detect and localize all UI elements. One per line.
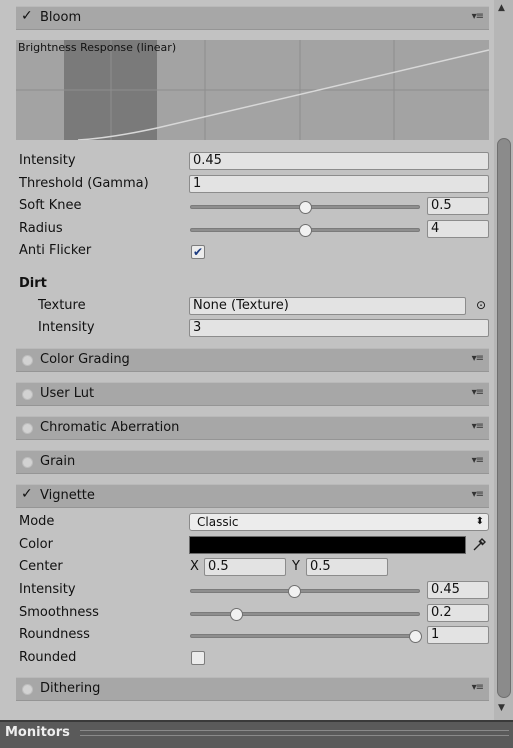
vignette-title: Vignette — [40, 488, 95, 503]
bloom-intensity-field[interactable]: 0.45 — [189, 152, 489, 170]
color-grading-toggle[interactable] — [22, 355, 33, 366]
chromatic-aberration-section-header[interactable]: Chromatic Aberration ▾≡ — [16, 416, 489, 440]
section-menu-icon[interactable]: ▾≡ — [472, 682, 484, 693]
dithering-toggle[interactable] — [22, 684, 33, 695]
grain-toggle[interactable] — [22, 457, 33, 468]
center-y-label: Y — [292, 559, 300, 574]
bloom-intensity-label: Intensity — [19, 153, 76, 168]
user-lut-title: User Lut — [40, 386, 95, 401]
section-menu-icon[interactable]: ▾≡ — [472, 489, 484, 500]
roundness-field[interactable]: 1 — [427, 626, 489, 644]
vignette-intensity-field[interactable]: 0.45 — [427, 581, 489, 599]
dirt-intensity-label: Intensity — [38, 320, 95, 335]
smoothness-field[interactable]: 0.2 — [427, 604, 489, 622]
grain-section-header[interactable]: Grain ▾≡ — [16, 450, 489, 474]
vignette-section-header[interactable]: ✓ Vignette ▾≡ — [16, 484, 489, 508]
smoothness-slider-knob[interactable] — [230, 608, 243, 621]
vignette-mode-dropdown[interactable]: Classic ⬍ — [189, 513, 489, 531]
chromatic-aberration-toggle[interactable] — [22, 423, 33, 434]
center-x-field[interactable]: 0.5 — [204, 558, 286, 576]
user-lut-section-header[interactable]: User Lut ▾≡ — [16, 382, 489, 406]
vignette-color-label: Color — [19, 537, 53, 552]
dirt-heading: Dirt — [19, 276, 47, 291]
dithering-title: Dithering — [40, 681, 101, 696]
soft-knee-slider-knob[interactable] — [299, 201, 312, 214]
anti-flicker-label: Anti Flicker — [19, 243, 92, 258]
section-menu-icon[interactable]: ▾≡ — [472, 11, 484, 22]
monitors-drag-grip[interactable] — [80, 730, 509, 736]
vignette-intensity-slider-knob[interactable] — [288, 585, 301, 598]
bloom-enabled-check-icon[interactable]: ✓ — [21, 8, 33, 24]
color-grading-section-header[interactable]: Color Grading ▾≡ — [16, 348, 489, 372]
grain-title: Grain — [40, 454, 76, 469]
dirt-intensity-field[interactable]: 3 — [189, 319, 489, 337]
rounded-checkbox[interactable] — [191, 651, 205, 665]
vignette-mode-label: Mode — [19, 514, 55, 529]
center-y-field[interactable]: 0.5 — [306, 558, 388, 576]
roundness-slider-track[interactable] — [190, 634, 420, 638]
section-menu-icon[interactable]: ▾≡ — [472, 387, 484, 398]
radius-field[interactable]: 4 — [427, 220, 489, 238]
vignette-enabled-check-icon[interactable]: ✓ — [21, 486, 33, 502]
center-x-label: X — [190, 559, 199, 574]
vignette-intensity-slider-track[interactable] — [190, 589, 420, 593]
brightness-response-graph: Brightness Response (linear) — [16, 40, 489, 140]
bloom-radius-label: Radius — [19, 221, 63, 236]
bloom-title: Bloom — [40, 10, 82, 25]
bloom-section-header[interactable]: ✓ Bloom ▾≡ — [16, 6, 489, 30]
color-grading-title: Color Grading — [40, 352, 130, 367]
vignette-color-swatch[interactable] — [189, 536, 466, 554]
brightness-graph-svg — [16, 40, 489, 140]
chromatic-aberration-title: Chromatic Aberration — [40, 420, 180, 435]
monitors-title: Monitors — [5, 725, 70, 740]
scroll-down-arrow-icon[interactable]: ▼ — [498, 703, 505, 713]
dropdown-arrow-icon: ⬍ — [475, 516, 484, 527]
section-menu-icon[interactable]: ▾≡ — [472, 421, 484, 432]
bloom-soft-knee-label: Soft Knee — [19, 198, 82, 213]
bloom-threshold-field[interactable]: 1 — [189, 175, 489, 193]
vignette-mode-value: Classic — [197, 515, 239, 529]
section-menu-icon[interactable]: ▾≡ — [472, 455, 484, 466]
section-menu-icon[interactable]: ▾≡ — [472, 353, 484, 364]
bloom-threshold-label: Threshold (Gamma) — [19, 176, 149, 191]
dirt-texture-label: Texture — [38, 298, 86, 313]
roundness-slider-knob[interactable] — [409, 630, 422, 643]
vignette-center-label: Center — [19, 559, 63, 574]
radius-slider-knob[interactable] — [299, 224, 312, 237]
graph-title: Brightness Response (linear) — [18, 41, 177, 54]
eyedropper-icon[interactable] — [471, 535, 489, 557]
dirt-texture-field[interactable]: None (Texture) — [189, 297, 466, 315]
monitors-panel-bar[interactable]: Monitors — [0, 720, 513, 748]
scroll-up-arrow-icon[interactable]: ▲ — [498, 3, 505, 13]
anti-flicker-checkbox[interactable]: ✔ — [191, 245, 205, 259]
vignette-smoothness-label: Smoothness — [19, 605, 99, 620]
object-picker-icon[interactable]: ⊙ — [476, 298, 486, 312]
scrollbar-thumb[interactable] — [497, 138, 511, 698]
vignette-roundness-label: Roundness — [19, 627, 90, 642]
vignette-intensity-label: Intensity — [19, 582, 76, 597]
soft-knee-field[interactable]: 0.5 — [427, 197, 489, 215]
vignette-rounded-label: Rounded — [19, 650, 77, 665]
user-lut-toggle[interactable] — [22, 389, 33, 400]
smoothness-slider-track[interactable] — [190, 612, 420, 616]
dithering-section-header[interactable]: Dithering ▾≡ — [16, 677, 489, 701]
